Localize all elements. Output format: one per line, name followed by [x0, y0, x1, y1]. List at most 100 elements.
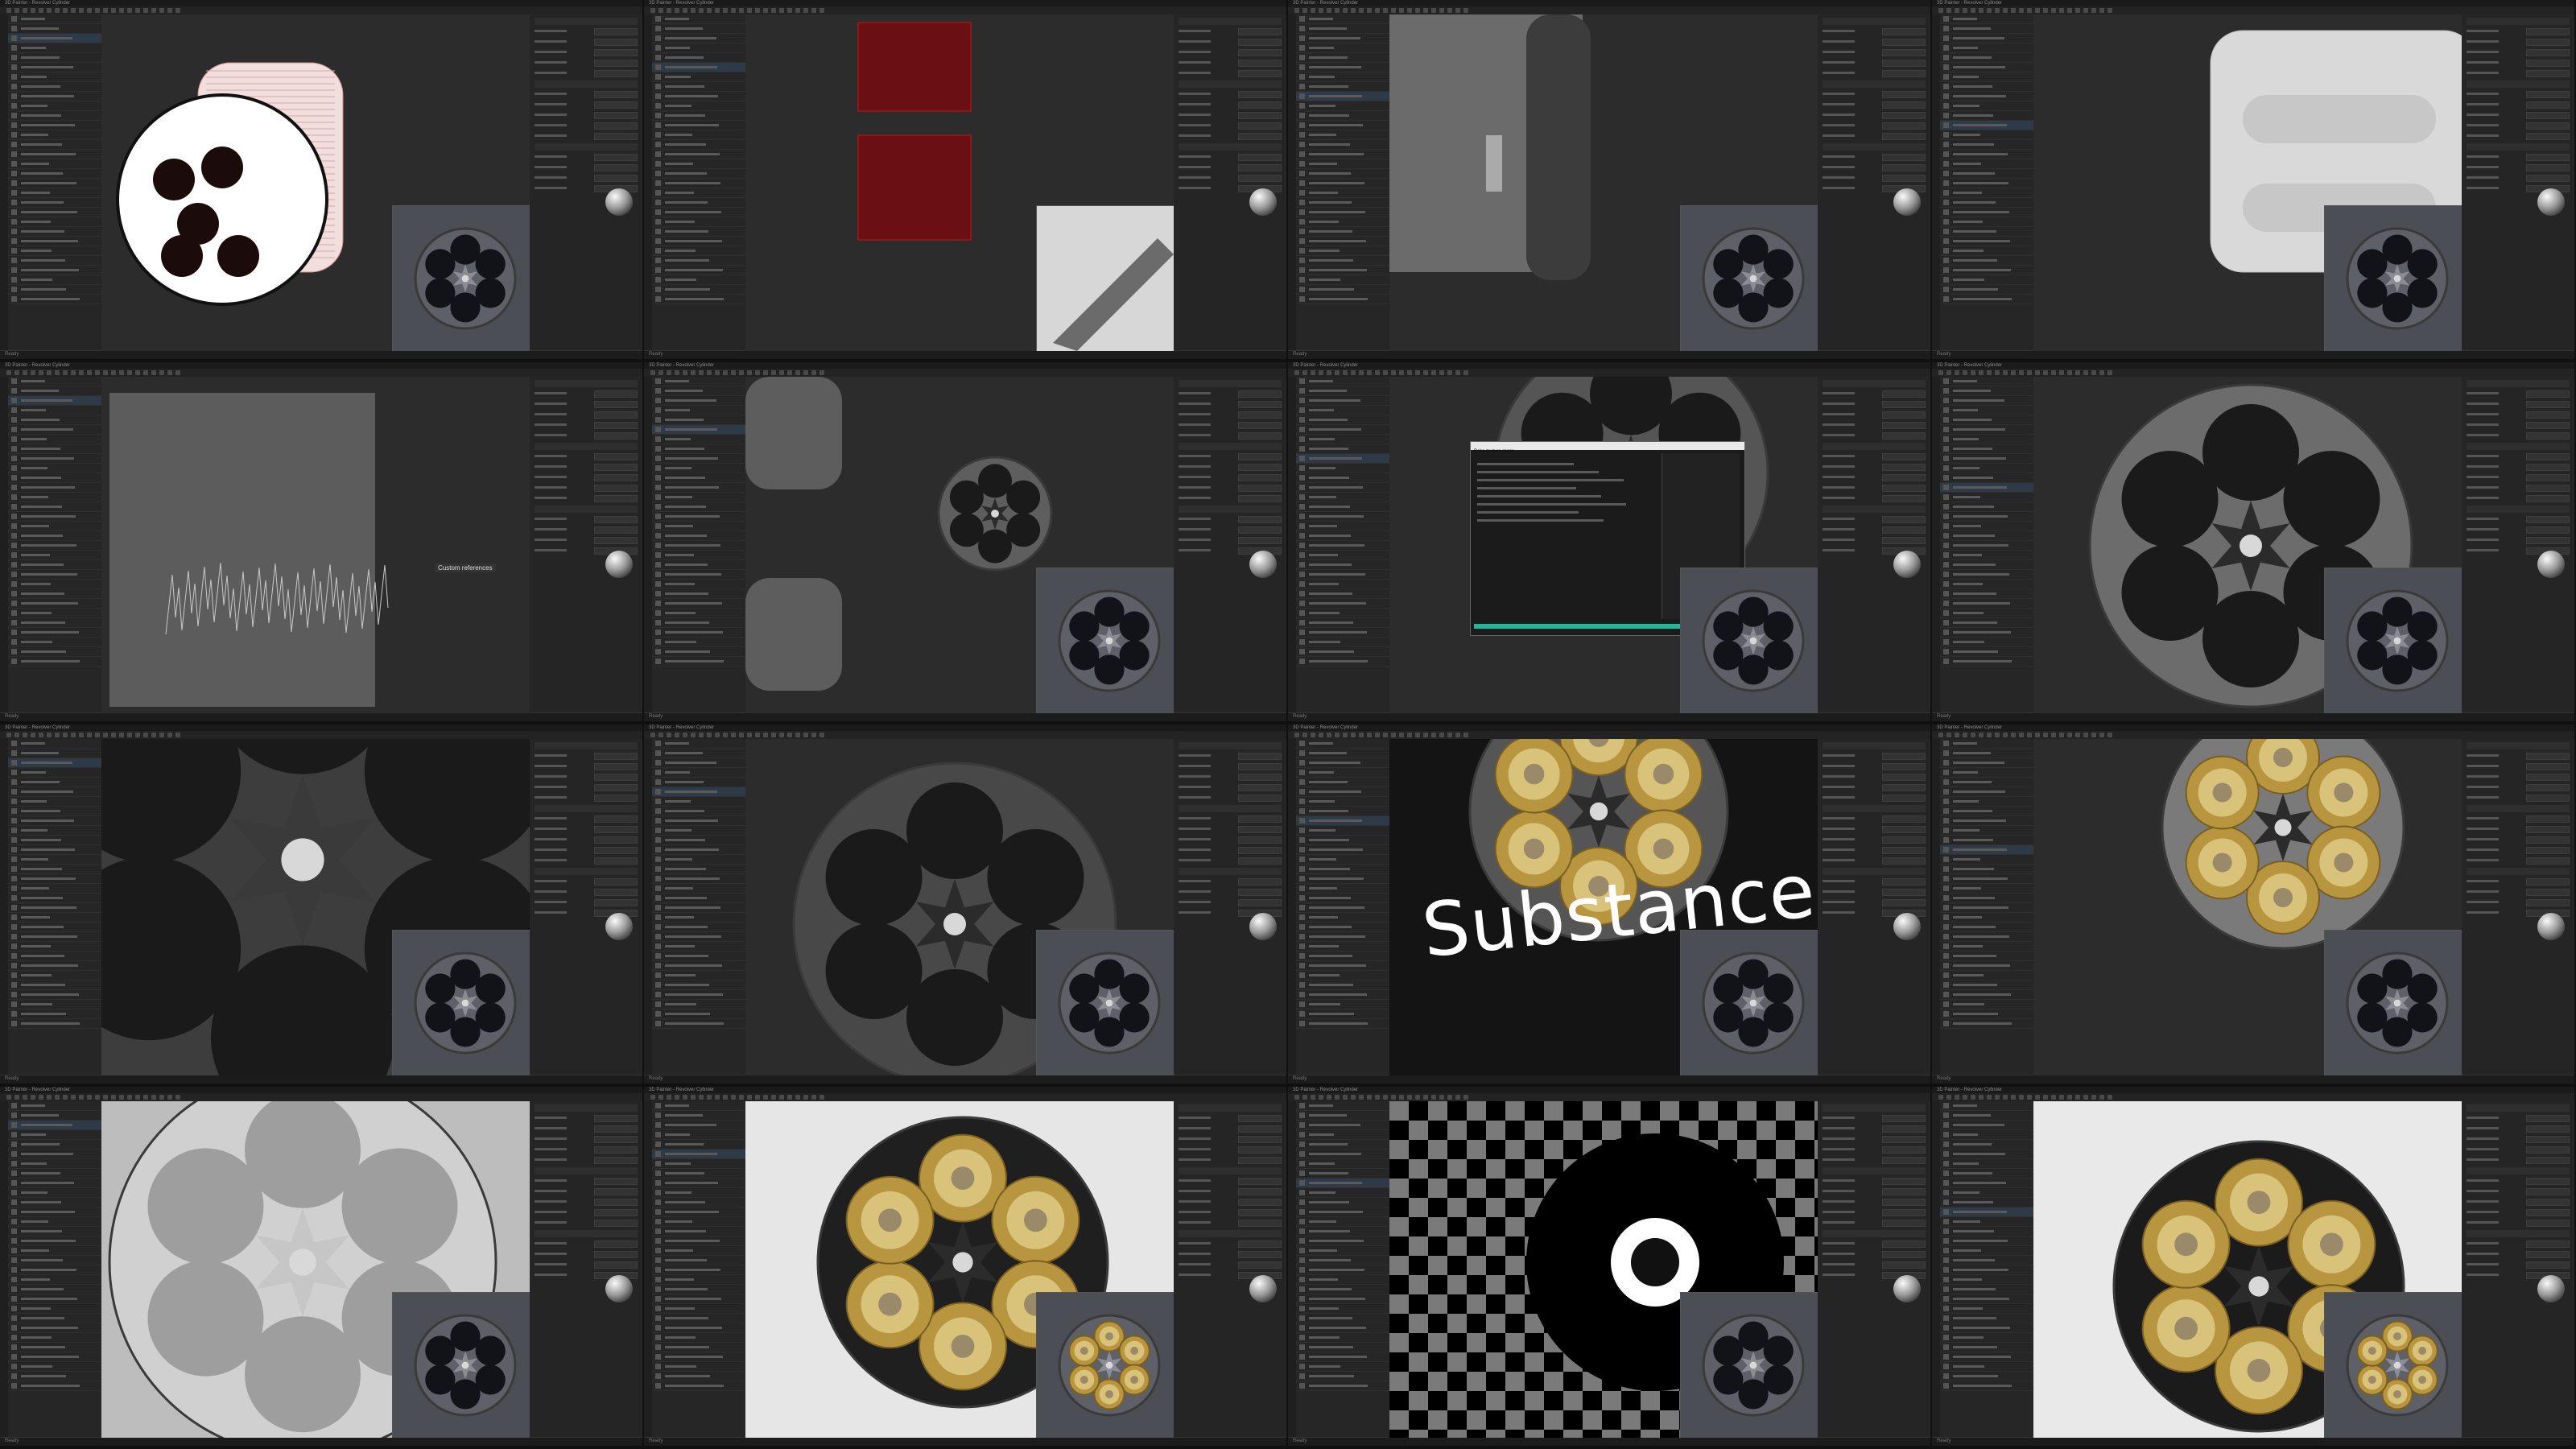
layer-row[interactable] — [652, 1019, 745, 1029]
toolbar-icon[interactable] — [1463, 733, 1468, 737]
layer-row[interactable] — [1296, 971, 1389, 980]
toolbar-icon[interactable] — [683, 1095, 687, 1100]
layer-row[interactable] — [8, 932, 101, 942]
property-field[interactable] — [594, 411, 638, 419]
layer-row[interactable] — [1296, 386, 1389, 396]
layer-row[interactable] — [1296, 628, 1389, 638]
toolbar-icon[interactable] — [755, 733, 760, 737]
layer-row[interactable] — [652, 1188, 745, 1198]
layer-row[interactable] — [8, 980, 101, 990]
layer-row[interactable] — [1296, 990, 1389, 1000]
toolbar-icon[interactable] — [63, 733, 68, 737]
layer-row[interactable] — [8, 502, 101, 512]
layer-row[interactable] — [652, 72, 745, 82]
property-field[interactable] — [1882, 495, 1926, 502]
toolbar-icon[interactable] — [1367, 1095, 1372, 1100]
property-field[interactable] — [1882, 516, 1926, 523]
toolbar-icon[interactable] — [1319, 370, 1323, 375]
toolbar-icon[interactable] — [2059, 370, 2064, 375]
layer-row[interactable] — [1940, 1285, 2033, 1294]
layer-row[interactable] — [1940, 1217, 2033, 1227]
toolbar-icon[interactable] — [1979, 8, 1984, 13]
toolbar-icon[interactable] — [151, 8, 156, 13]
property-field[interactable] — [2526, 1209, 2570, 1216]
layer-row[interactable] — [1296, 807, 1389, 816]
property-field[interactable] — [2526, 154, 2570, 161]
layer-row[interactable] — [1296, 980, 1389, 990]
property-field[interactable] — [1238, 60, 1282, 67]
toolbar-icon[interactable] — [779, 8, 784, 13]
property-field[interactable] — [1882, 815, 1926, 823]
layer-row[interactable] — [1296, 758, 1389, 768]
toolbar-icon[interactable] — [763, 1095, 768, 1100]
layer-row[interactable] — [1940, 295, 2033, 304]
toolbar-icon[interactable] — [47, 8, 52, 13]
property-field[interactable] — [594, 1136, 638, 1143]
section-header[interactable] — [1179, 1167, 1282, 1174]
toolbar-icon[interactable] — [658, 1095, 663, 1100]
property-field[interactable] — [1882, 1241, 1926, 1248]
layer-row[interactable] — [8, 551, 101, 560]
toolbar-icon[interactable] — [23, 370, 27, 375]
property-field[interactable] — [1238, 826, 1282, 833]
property-field[interactable] — [594, 485, 638, 492]
toolbar-icon[interactable] — [803, 370, 808, 375]
toolbar-icon[interactable] — [1971, 8, 1975, 13]
toolbar-icon[interactable] — [63, 370, 68, 375]
layer-row[interactable] — [8, 913, 101, 923]
toolbar-icon[interactable] — [1335, 8, 1340, 13]
layer-row[interactable] — [1940, 1372, 2033, 1381]
section-header[interactable] — [535, 1230, 638, 1237]
property-field[interactable] — [594, 516, 638, 523]
section-header[interactable] — [1179, 80, 1282, 88]
toolbar-icon[interactable] — [650, 8, 655, 13]
layer-row[interactable] — [1296, 551, 1389, 560]
layer-row[interactable] — [1940, 807, 2033, 816]
section-header[interactable] — [2467, 80, 2570, 88]
layer-row[interactable] — [652, 227, 745, 237]
layer-row[interactable] — [652, 425, 745, 435]
layer-row[interactable] — [8, 1019, 101, 1029]
property-field[interactable] — [1238, 753, 1282, 760]
property-field[interactable] — [1238, 516, 1282, 523]
layer-row[interactable] — [1940, 647, 2033, 657]
layer-row[interactable] — [1296, 1285, 1389, 1294]
toolbar-icon[interactable] — [119, 733, 124, 737]
layer-row[interactable] — [652, 787, 745, 797]
layer-row[interactable] — [1940, 454, 2033, 464]
property-field[interactable] — [1882, 60, 1926, 67]
toolbar-icon[interactable] — [1995, 370, 2000, 375]
toolbar-icon[interactable] — [2035, 8, 2040, 13]
toolbar-icon[interactable] — [707, 1095, 712, 1100]
layer-row[interactable] — [1940, 1188, 2033, 1198]
toolbar-icon[interactable] — [1995, 8, 2000, 13]
layer-row[interactable] — [8, 797, 101, 807]
property-field[interactable] — [1882, 485, 1926, 492]
section-header[interactable] — [535, 143, 638, 151]
section-header[interactable] — [2467, 868, 2570, 875]
layer-row[interactable] — [1296, 1019, 1389, 1029]
layer-row[interactable] — [652, 1179, 745, 1188]
layer-row[interactable] — [652, 101, 745, 111]
layer-row[interactable] — [1940, 990, 2033, 1000]
toolbar-icon[interactable] — [699, 8, 704, 13]
section-header[interactable] — [535, 80, 638, 88]
property-field[interactable] — [1882, 899, 1926, 906]
toolbar-icon[interactable] — [111, 1095, 116, 1100]
property-field[interactable] — [594, 1209, 638, 1216]
toolbar-icon[interactable] — [103, 370, 108, 375]
toolbar-icon[interactable] — [1987, 8, 1992, 13]
toolbar-icon[interactable] — [175, 1095, 180, 1100]
layer-row[interactable] — [1940, 874, 2033, 884]
toolbar-icon[interactable] — [2027, 1095, 2032, 1100]
layer-row[interactable] — [652, 768, 745, 778]
property-field[interactable] — [1238, 1209, 1282, 1216]
property-field[interactable] — [1238, 422, 1282, 429]
toolbar-icon[interactable] — [1431, 733, 1436, 737]
layer-row[interactable] — [1940, 1101, 2033, 1111]
toolbar-icon[interactable] — [167, 733, 172, 737]
toolbar-icon[interactable] — [39, 8, 43, 13]
layer-row[interactable] — [1940, 43, 2033, 53]
property-field[interactable] — [1238, 485, 1282, 492]
layer-row[interactable] — [8, 1000, 101, 1009]
